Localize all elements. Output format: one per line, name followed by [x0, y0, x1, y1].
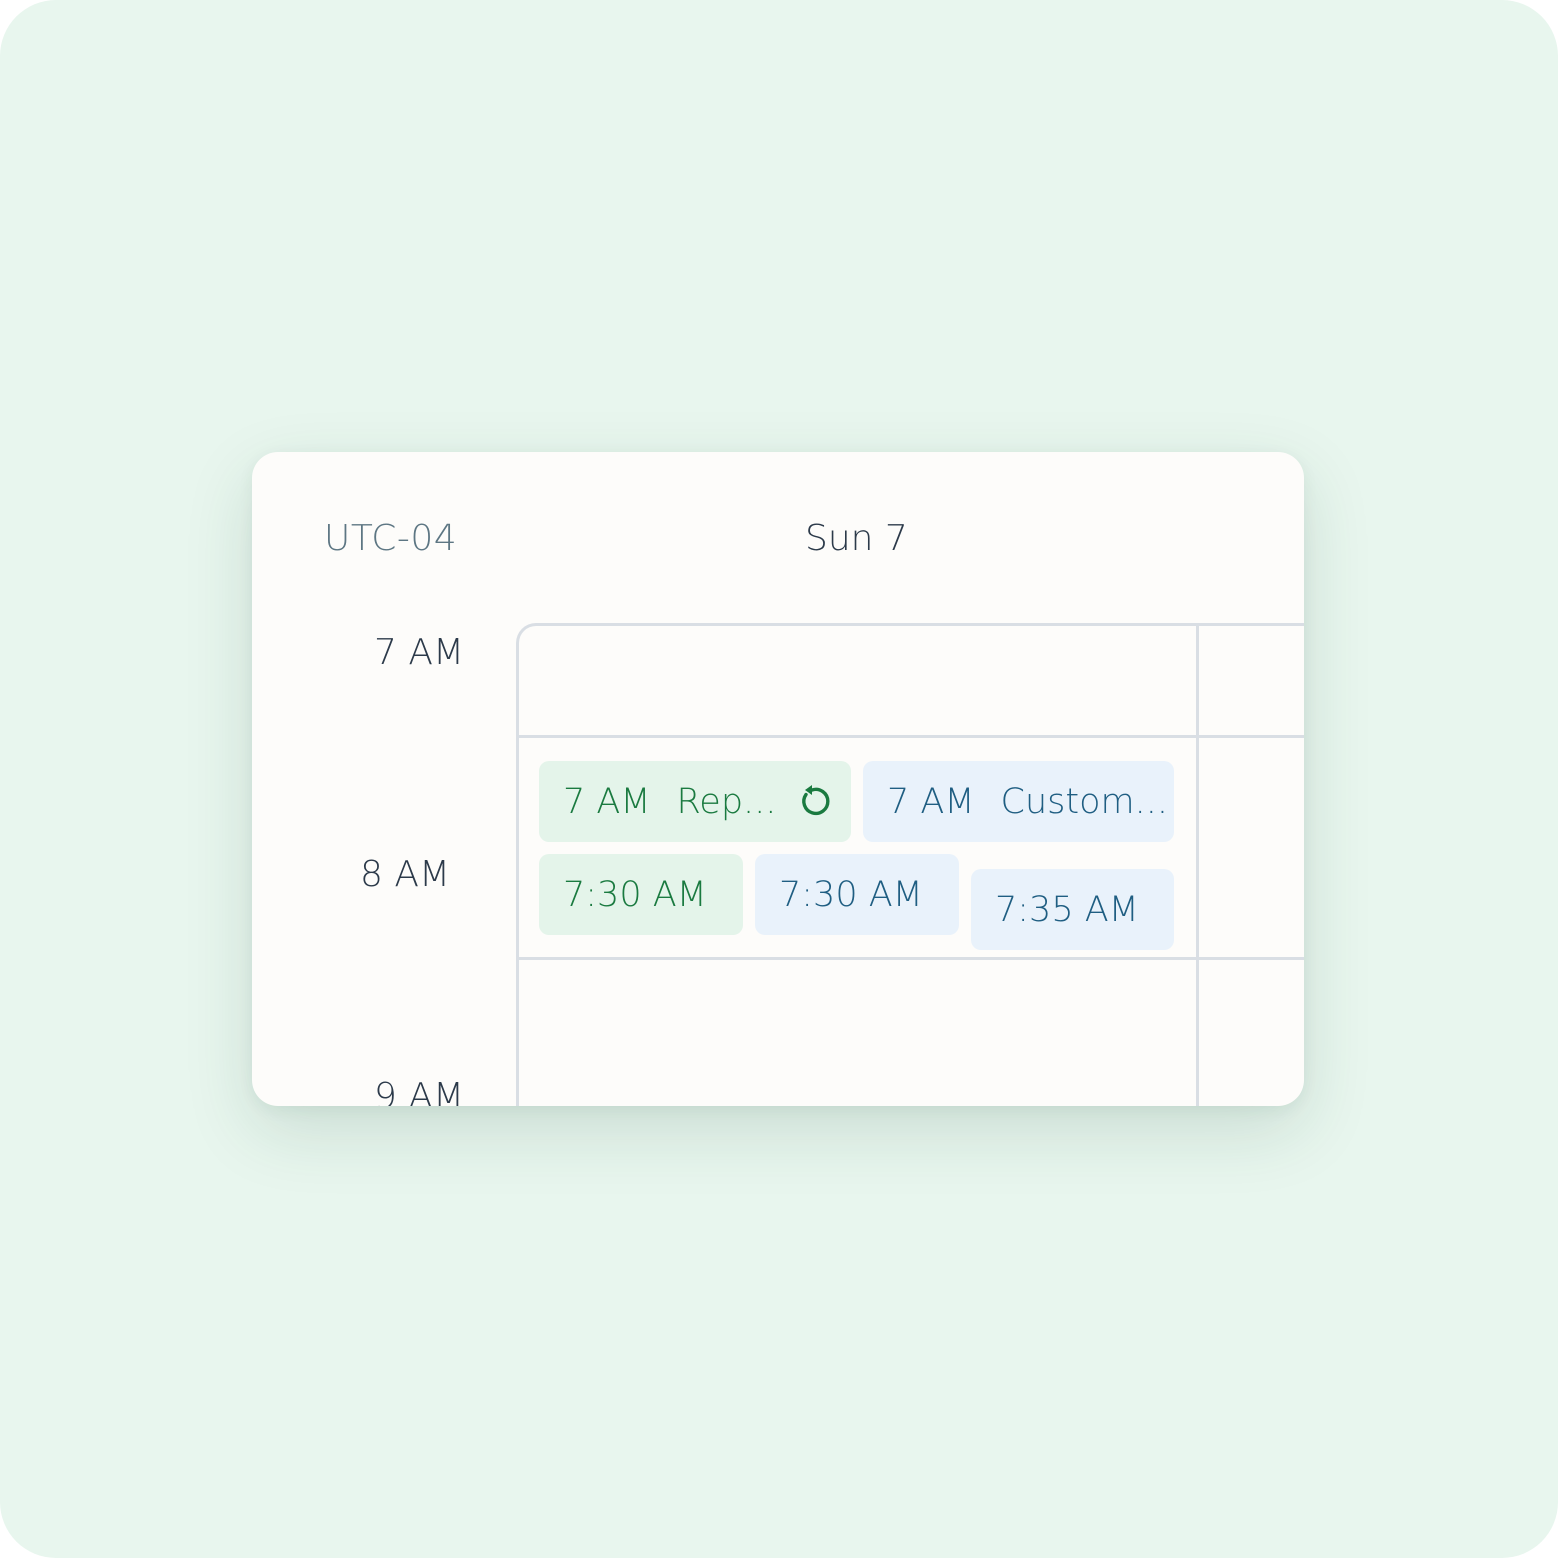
event-time: 7:30 AM	[779, 874, 923, 915]
event-time: 7 AM	[563, 781, 651, 822]
timezone-label: UTC-04	[324, 518, 458, 559]
event-time: 7 AM	[887, 781, 975, 822]
event-chip[interactable]: 7 AM Custom...	[863, 761, 1174, 842]
event-title: Rep...	[676, 781, 777, 822]
hour-divider	[516, 735, 1304, 738]
hour-label-9am: 9 AM	[374, 1076, 465, 1106]
event-chip[interactable]: 7:30 AM	[755, 854, 959, 935]
repeat-icon	[802, 785, 830, 816]
backdrop: UTC-04 Sun 7 7 AM 8 AM 9 AM 7 AM Rep... …	[0, 0, 1558, 1558]
event-time: 7:30 AM	[563, 874, 707, 915]
event-chip[interactable]: 7 AM Rep...	[539, 761, 851, 842]
event-time: 7:35 AM	[995, 889, 1139, 930]
hour-label-7am: 7 AM	[374, 632, 465, 673]
hour-divider	[516, 957, 1304, 960]
event-title: Custom...	[1000, 781, 1169, 822]
day-column-divider	[1196, 623, 1199, 1106]
day-header[interactable]: Sun 7	[805, 518, 908, 559]
event-chip[interactable]: 7:30 AM	[539, 854, 743, 935]
calendar-card: UTC-04 Sun 7 7 AM 8 AM 9 AM 7 AM Rep... …	[252, 452, 1304, 1106]
event-chip[interactable]: 7:35 AM	[971, 869, 1174, 950]
hour-label-8am: 8 AM	[360, 854, 451, 895]
